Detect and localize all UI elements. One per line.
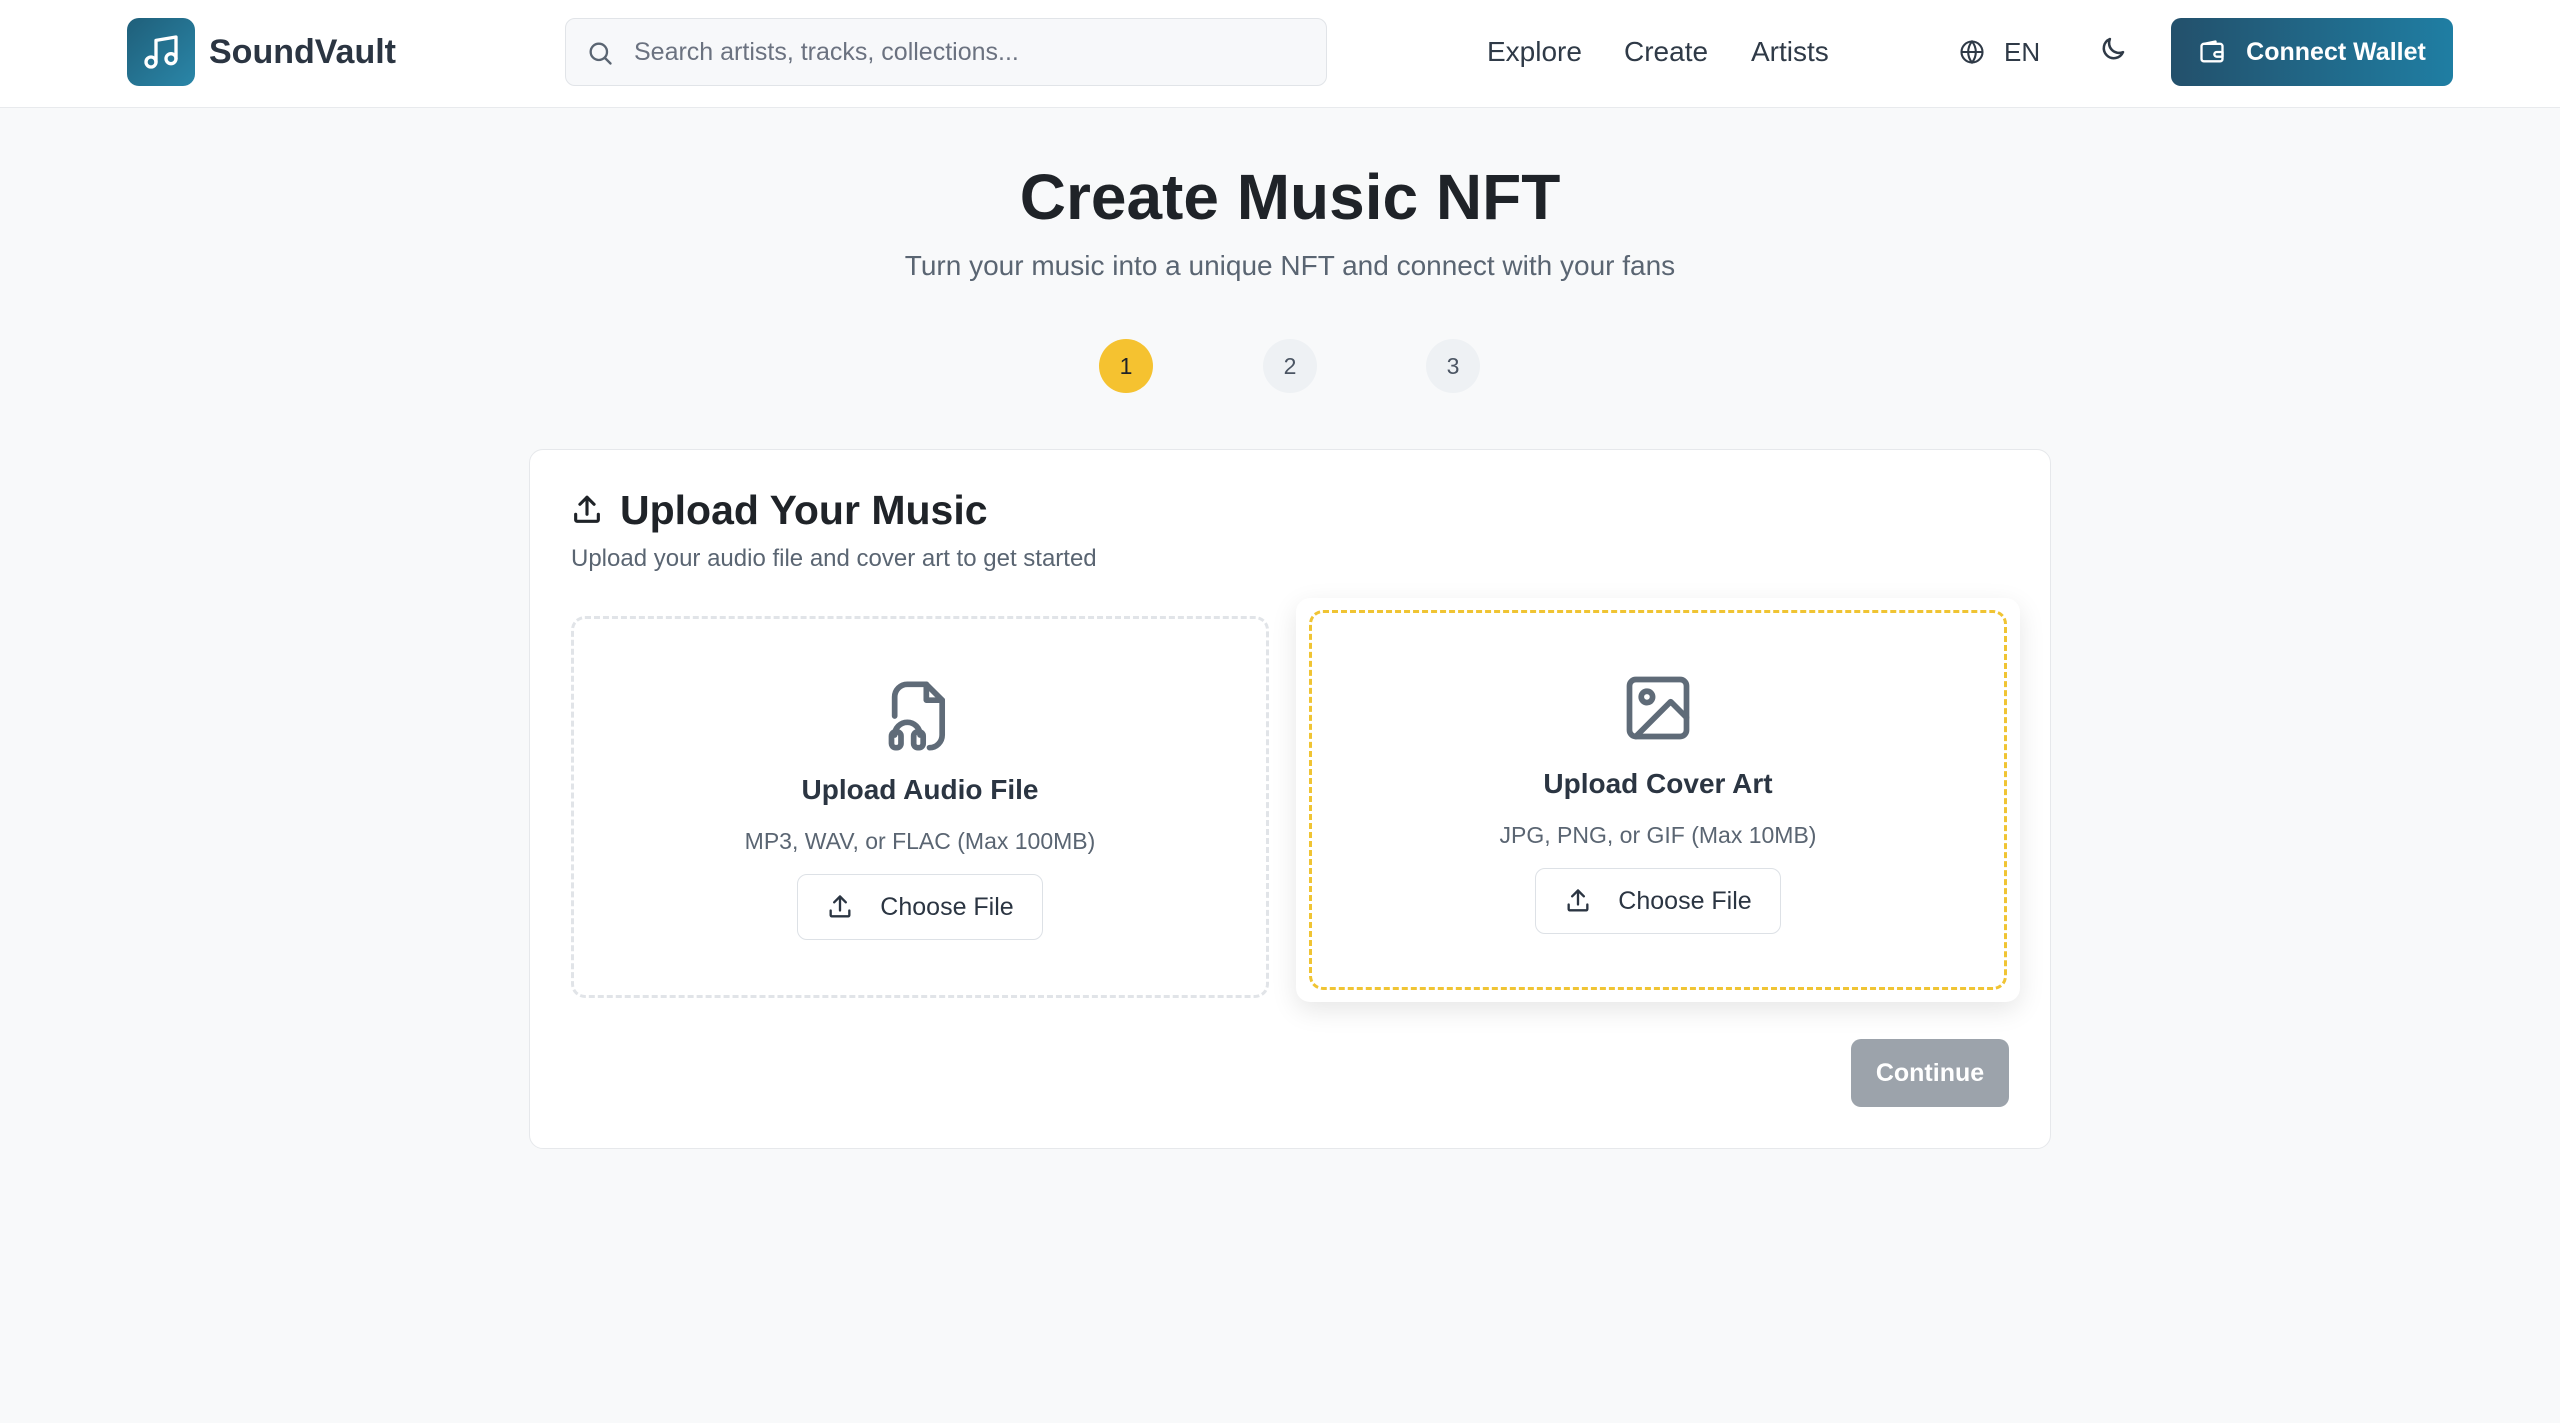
theme-toggle-button[interactable] xyxy=(2098,34,2128,69)
brand-name[interactable]: SoundVault xyxy=(209,30,396,74)
step-3[interactable]: 3 xyxy=(1426,339,1480,393)
search-input[interactable] xyxy=(634,19,1314,85)
choose-audio-file-label: Choose File xyxy=(880,892,1014,921)
page: SoundVault Explore Create Artists EN xyxy=(0,0,2560,1423)
top-header: SoundVault Explore Create Artists EN xyxy=(0,0,2560,108)
audio-drop-hint: MP3, WAV, or FLAC (Max 100MB) xyxy=(744,828,1096,854)
nav-artists[interactable]: Artists xyxy=(1751,32,1829,72)
page-title: Create Music NFT xyxy=(1019,161,1561,233)
language-label: EN xyxy=(2004,36,2041,67)
continue-button[interactable]: Continue xyxy=(1851,1039,2009,1107)
choose-cover-file-label: Choose File xyxy=(1618,886,1752,915)
file-audio-icon xyxy=(888,681,946,751)
step-1[interactable]: 1 xyxy=(1099,339,1153,393)
nav-explore[interactable]: Explore xyxy=(1487,32,1582,72)
choose-cover-file-button[interactable]: Choose File xyxy=(1535,868,1781,934)
language-selector[interactable]: EN xyxy=(1958,32,2040,72)
cover-drop-zone[interactable]: Upload Cover Art JPG, PNG, or GIF (Max 1… xyxy=(1309,610,2007,990)
wallet-icon xyxy=(2200,40,2224,63)
image-icon xyxy=(1626,676,1690,740)
card-subtitle: Upload your audio file and cover art to … xyxy=(571,545,1097,572)
choose-audio-file-button[interactable]: Choose File xyxy=(797,874,1043,940)
step-2[interactable]: 2 xyxy=(1263,339,1317,393)
globe-icon xyxy=(1960,39,1984,65)
upload-icon xyxy=(829,895,851,918)
search-bar[interactable] xyxy=(565,18,1327,86)
cover-drop-hint: JPG, PNG, or GIF (Max 10MB) xyxy=(1499,822,1817,848)
search-icon xyxy=(589,42,612,65)
connect-wallet-button[interactable]: Connect Wallet xyxy=(2171,18,2453,86)
moon-icon xyxy=(2102,37,2125,60)
upload-icon xyxy=(574,495,600,523)
audio-drop-title: Upload Audio File xyxy=(801,774,1039,805)
music-note-icon xyxy=(144,35,178,69)
cover-drop-title: Upload Cover Art xyxy=(1543,768,1773,799)
connect-wallet-label: Connect Wallet xyxy=(2246,37,2426,66)
upload-icon xyxy=(1567,889,1589,912)
audio-drop-zone[interactable]: Upload Audio File MP3, WAV, or FLAC (Max… xyxy=(571,616,1269,998)
card-header: Upload Your Music xyxy=(570,482,988,538)
card-title: Upload Your Music xyxy=(620,486,988,533)
page-subtitle: Turn your music into a unique NFT and co… xyxy=(904,250,1676,281)
brand-logo[interactable] xyxy=(127,18,195,86)
nav-create[interactable]: Create xyxy=(1624,32,1708,72)
